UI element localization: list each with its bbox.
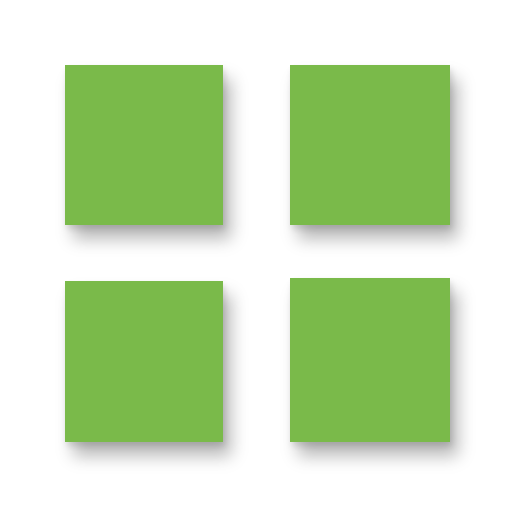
grid-view-icon: [0, 0, 512, 512]
grid-tile-top-left: [65, 65, 223, 225]
grid-tile-top-right: [290, 65, 450, 225]
grid-tile-bottom-right: [290, 278, 450, 442]
grid-tile-bottom-left: [65, 281, 223, 442]
